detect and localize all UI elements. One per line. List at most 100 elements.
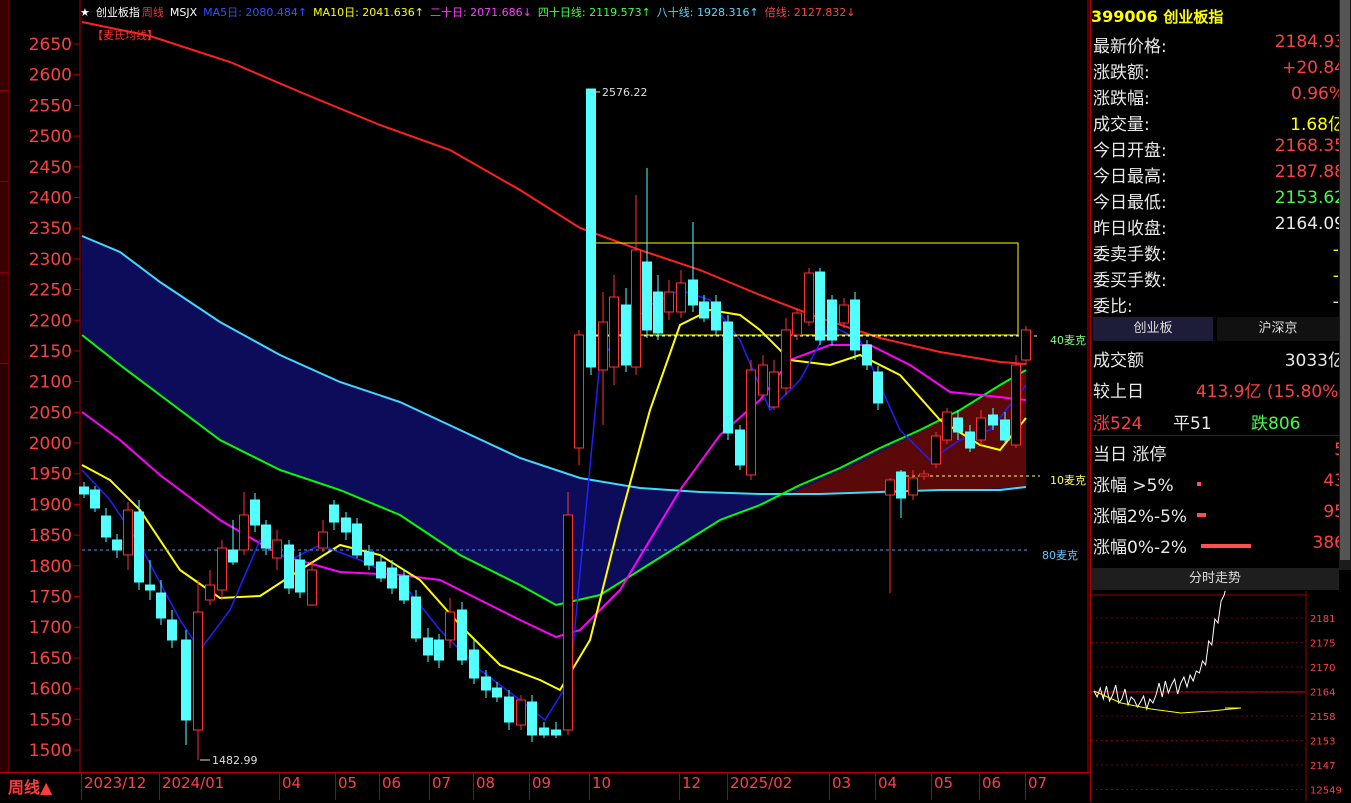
candlestick [758, 364, 768, 396]
quote-label: 今日最高: [1093, 167, 1167, 187]
quote-label: 今日开盘: [1093, 141, 1167, 161]
candlestick [827, 299, 837, 341]
candlestick [976, 417, 986, 441]
y-tick-label: 1850 [29, 526, 72, 546]
y-tick-label: 2350 [29, 219, 72, 239]
y-tick-label: 2300 [29, 250, 72, 270]
candlestick [862, 344, 872, 366]
quote-label: 涨跌额: [1093, 63, 1150, 83]
candlestick [134, 511, 144, 583]
x-axis-label: 04 [878, 774, 898, 792]
m10-label: 10麦克 [1050, 474, 1086, 487]
intraday-tick-label: 12549 [1310, 786, 1341, 797]
intraday-tick-label: 2164 [1310, 688, 1335, 699]
quote-value: 2164.09 [1274, 214, 1345, 234]
candlestick [387, 567, 397, 589]
candlestick [156, 592, 166, 619]
tab-chinext[interactable]: 创业板 [1093, 317, 1213, 341]
gain-bucket-bar [1197, 482, 1201, 486]
candlestick [318, 531, 328, 549]
candlestick [815, 271, 825, 341]
candlestick [101, 515, 111, 538]
y-tick-label: 2250 [29, 281, 72, 301]
candlestick [621, 304, 631, 366]
candlestick [931, 435, 941, 465]
x-axis-label: 07 [432, 774, 452, 792]
gain-bucket-label: 涨幅 >5% [1093, 476, 1174, 496]
candlestick [239, 514, 249, 551]
x-axis-label: 04 [282, 774, 302, 792]
candlestick [90, 489, 100, 509]
candlestick [341, 517, 351, 533]
intraday-title[interactable]: 分时走势 [1091, 568, 1339, 590]
candlestick [79, 486, 89, 495]
candlestick [307, 569, 317, 606]
quote-row: 今日最低: 2153.62 [1093, 188, 1345, 214]
kline-chart[interactable]: 2650 2600 2550 2500 2450 2400 2350 2300 2250 2200… [0, 0, 1090, 772]
quote-row: 最新价格: 2184.93 [1093, 32, 1345, 58]
candlestick [723, 321, 733, 434]
y-tick-label: 1600 [29, 680, 72, 700]
y-tick-label: 2000 [29, 434, 72, 454]
panel-scrollbar[interactable] [1339, 0, 1351, 570]
limit-up-label: 当日 涨停 [1093, 445, 1167, 465]
candlestick [112, 539, 122, 551]
candlestick [445, 611, 455, 641]
candlestick [919, 473, 929, 477]
quote-value: 2187.88 [1274, 162, 1345, 182]
candlestick [735, 429, 745, 466]
candlestick [123, 509, 133, 556]
quote-row: 成交量: 1.68亿 [1093, 110, 1345, 136]
candlestick [1021, 329, 1031, 361]
candlestick [364, 551, 374, 566]
y-tick-label: 2400 [29, 188, 72, 208]
candlestick [699, 301, 709, 319]
gain-bucket-row: 涨幅2%-5% 95 [1093, 502, 1345, 528]
turnover-value: 3033亿 [1284, 351, 1345, 371]
gain-bucket-row: 涨幅 >5% 43 [1093, 471, 1345, 497]
candlestick [664, 291, 674, 313]
double-line-value: 倍线: 2127.832↓ [764, 6, 856, 19]
gain-bucket-row: 涨幅0%-2% 386 [1093, 533, 1345, 559]
ma40-value: 四十日线: 2119.573↑ [537, 6, 651, 19]
y-tick-label: 1800 [29, 557, 72, 577]
y-tick-label: 1750 [29, 588, 72, 608]
y-tick-label: 2550 [29, 96, 72, 116]
ma20-value: 二十日: 2071.686↓ [429, 6, 532, 19]
candlestick [205, 584, 215, 601]
quote-panel: 399006 创业板指 最新价格: 2184.93 涨跌额: +20.84 涨跌幅: 0.… [1090, 0, 1351, 802]
candlestick [457, 609, 467, 661]
quote-row: 涨跌幅: 0.96% [1093, 84, 1345, 110]
intraday-chart[interactable]: 2181 2175 2170 2164 2158 2153 2147 12549 [1091, 591, 1341, 801]
candlestick [873, 371, 883, 404]
market-tabs: 创业板 沪深京 [1093, 317, 1339, 342]
tab-all-market[interactable]: 沪深京 [1217, 317, 1339, 341]
candlestick [181, 639, 191, 721]
candlestick [1000, 419, 1010, 441]
period-switch[interactable]: 周线▲ [8, 774, 52, 798]
quote-label: 昨日收盘: [1093, 219, 1167, 239]
limit-up-row: 当日 涨停 5 [1093, 440, 1345, 466]
candlestick [746, 369, 756, 476]
candlestick [551, 729, 561, 736]
x-axis-label: 05 [934, 774, 954, 792]
quote-value: +20.84 [1282, 58, 1345, 78]
candlestick [469, 649, 479, 679]
ma10-value: MA10日: 2041.636↑ [313, 6, 424, 19]
candlestick [329, 504, 339, 523]
intraday-tick-label: 2153 [1310, 737, 1335, 748]
x-axis-label: 12 [682, 774, 702, 792]
candlestick [217, 547, 227, 591]
candlestick [574, 334, 584, 449]
period-label: 周线 [141, 6, 164, 19]
y-tick-label: 2050 [29, 403, 72, 423]
turnover-label: 成交额 [1093, 351, 1144, 371]
x-axis-label: 07 [1028, 774, 1048, 792]
intraday-tick-label: 2175 [1310, 639, 1335, 650]
y-tick-label: 1650 [29, 649, 72, 669]
candlestick [908, 477, 918, 496]
candlestick [839, 304, 849, 324]
y-tick-label: 1950 [29, 465, 72, 485]
x-axis-label: 2023/12 [84, 774, 147, 792]
y-tick-label: 1900 [29, 495, 72, 515]
